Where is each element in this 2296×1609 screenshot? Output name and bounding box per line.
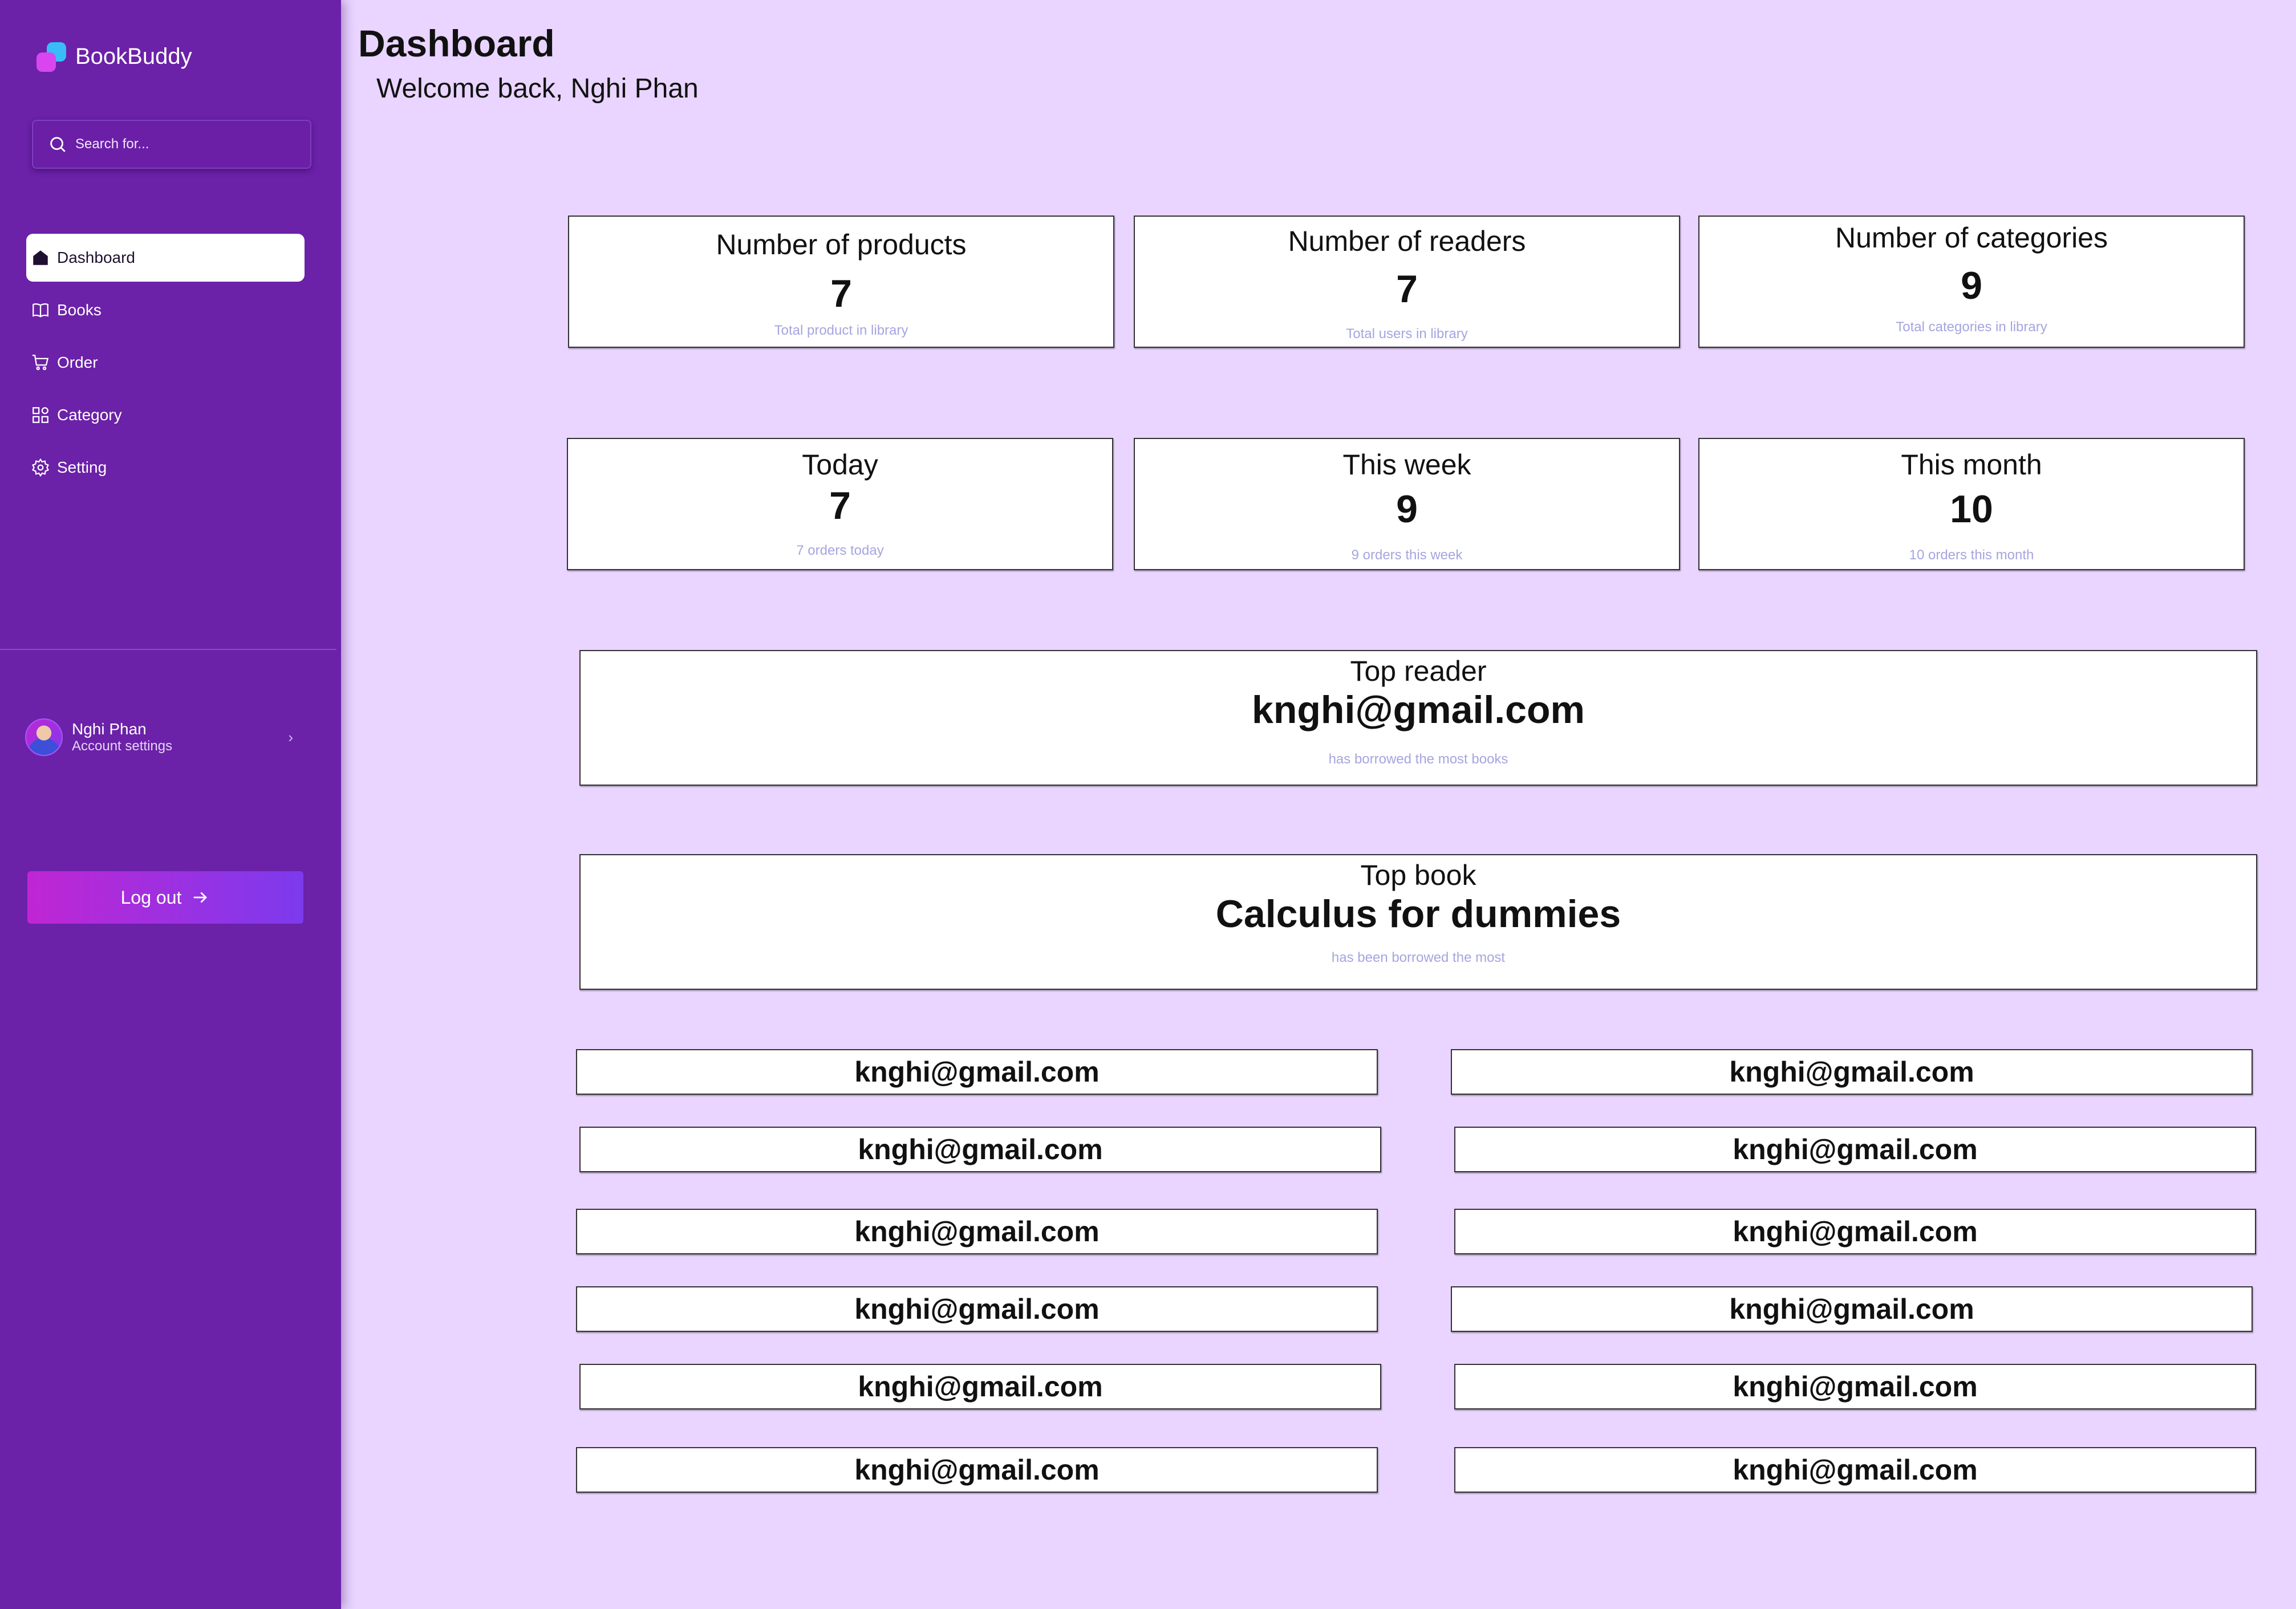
order-value: 7 xyxy=(829,484,851,527)
email-row-item[interactable]: knghi@gmail.com xyxy=(1451,1286,2253,1332)
email-row-item[interactable]: knghi@gmail.com xyxy=(576,1447,1378,1493)
logout-label: Log out xyxy=(120,887,182,908)
email-row-item[interactable]: knghi@gmail.com xyxy=(576,1209,1378,1254)
sidebar-item-label: Order xyxy=(57,354,98,371)
email-row-item[interactable]: knghi@gmail.com xyxy=(1451,1049,2253,1095)
email-row-item[interactable]: knghi@gmail.com xyxy=(1454,1447,2256,1493)
sidebar-item-category[interactable]: Category xyxy=(26,391,305,439)
top-book-value: Calculus for dummies xyxy=(1215,892,1621,936)
gear-icon xyxy=(31,458,50,477)
page-title: Dashboard xyxy=(358,22,555,64)
home-icon xyxy=(33,250,48,265)
sidebar: BookBuddy Dashboard Books Order xyxy=(0,0,341,1609)
email-row-item[interactable]: knghi@gmail.com xyxy=(1454,1127,2256,1172)
sidebar-item-label: Setting xyxy=(57,458,107,476)
sidebar-divider xyxy=(0,649,336,650)
stat-value: 9 xyxy=(1961,264,1982,307)
order-title: Today xyxy=(802,449,878,481)
search-box[interactable] xyxy=(32,120,311,169)
sidebar-item-label: Dashboard xyxy=(57,249,135,266)
profile-subtitle: Account settings xyxy=(72,738,173,754)
logout-button[interactable]: Log out xyxy=(27,871,303,924)
bookbuddy-logo-icon xyxy=(34,40,67,73)
stat-subtitle: Total users in library xyxy=(1346,326,1468,342)
stat-title: Number of readers xyxy=(1288,225,1526,257)
sidebar-nav: Dashboard Books Order Category Setting xyxy=(26,234,305,496)
order-subtitle: 10 orders this month xyxy=(1909,547,2034,563)
order-title: This month xyxy=(1901,449,2042,481)
email-row-item[interactable]: knghi@gmail.com xyxy=(1454,1209,2256,1254)
stat-card-readers: Number of readers 7 Total users in libra… xyxy=(1134,216,1680,348)
brand[interactable]: BookBuddy xyxy=(34,40,192,73)
stat-value: 7 xyxy=(1396,267,1418,311)
stat-title: Number of products xyxy=(716,229,967,261)
avatar xyxy=(25,718,63,756)
search-icon xyxy=(50,137,66,152)
email-row-item[interactable]: knghi@gmail.com xyxy=(579,1364,1381,1409)
email-row-item[interactable]: knghi@gmail.com xyxy=(1454,1364,2256,1409)
top-reader-card: Top reader knghi@gmail.com has borrowed … xyxy=(579,650,2257,786)
profile-name: Nghi Phan xyxy=(72,720,147,738)
order-card-week: This week 9 9 orders this week xyxy=(1134,438,1680,570)
top-reader-title: Top reader xyxy=(1350,655,1487,687)
top-book-title: Top book xyxy=(1360,859,1476,891)
brand-name: BookBuddy xyxy=(75,43,192,69)
sidebar-item-setting[interactable]: Setting xyxy=(26,444,305,491)
order-card-month: This month 10 10 orders this month xyxy=(1698,438,2245,570)
order-card-today: Today 7 7 orders today xyxy=(567,438,1113,570)
search-input[interactable] xyxy=(75,136,303,152)
sidebar-item-label: Category xyxy=(57,406,122,424)
top-reader-subtitle: has borrowed the most books xyxy=(1328,751,1508,767)
order-subtitle: 7 orders today xyxy=(796,543,884,558)
stat-value: 7 xyxy=(830,272,852,315)
top-book-card: Top book Calculus for dummies has been b… xyxy=(579,854,2257,990)
chevron-right-icon: › xyxy=(288,729,293,746)
grid-icon xyxy=(33,407,48,423)
arrow-right-icon xyxy=(194,892,208,903)
stat-subtitle: Total categories in library xyxy=(1896,319,2047,335)
profile-text: Nghi Phan Account settings xyxy=(72,720,172,754)
stat-card-products: Number of products 7 Total product in li… xyxy=(568,216,1114,348)
book-icon xyxy=(33,303,48,318)
stat-title: Number of categories xyxy=(1835,222,2108,254)
email-row-item[interactable]: knghi@gmail.com xyxy=(579,1127,1381,1172)
cart-icon xyxy=(32,355,49,371)
sidebar-item-books[interactable]: Books xyxy=(26,286,305,334)
order-value: 9 xyxy=(1396,487,1418,531)
sidebar-item-label: Books xyxy=(57,301,102,319)
email-row-item[interactable]: knghi@gmail.com xyxy=(576,1286,1378,1332)
welcome-message: Welcome back, Nghi Phan xyxy=(376,74,699,104)
stat-card-categories: Number of categories 9 Total categories … xyxy=(1698,216,2245,348)
order-subtitle: 9 orders this week xyxy=(1351,547,1463,563)
sidebar-item-order[interactable]: Order xyxy=(26,339,305,387)
stat-subtitle: Total product in library xyxy=(774,323,908,338)
order-title: This week xyxy=(1342,449,1471,481)
top-book-subtitle: has been borrowed the most xyxy=(1331,950,1506,965)
sidebar-item-dashboard[interactable]: Dashboard xyxy=(26,234,305,282)
top-reader-value: knghi@gmail.com xyxy=(1252,688,1585,732)
account-settings-link[interactable]: Nghi Phan Account settings › xyxy=(25,717,293,757)
order-value: 10 xyxy=(1950,487,1993,531)
email-row-item[interactable]: knghi@gmail.com xyxy=(576,1049,1378,1095)
